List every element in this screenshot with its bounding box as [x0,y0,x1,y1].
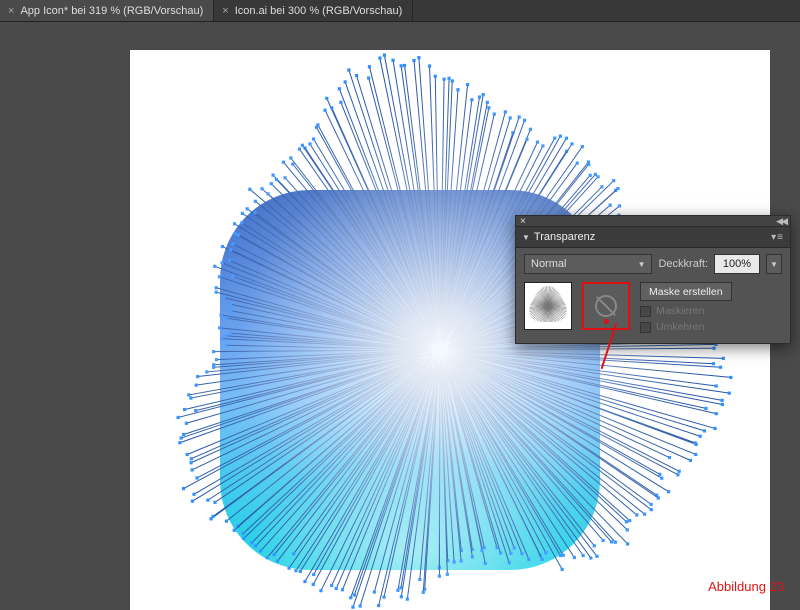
panel-body: Normal ▼ Deckkraft: 100% ▼ Maske [516,248,790,343]
opacity-input[interactable]: 100% [714,254,760,274]
workspace[interactable]: × ◀◀ ▼ Transparenz ▾≡ Normal ▼ Deckkraft… [0,22,800,600]
transparency-panel[interactable]: × ◀◀ ▼ Transparenz ▾≡ Normal ▼ Deckkraft… [515,215,791,344]
document-tabbar: × App Icon* bei 319 % (RGB/Vorschau) × I… [0,0,800,22]
checkbox-icon [640,306,651,317]
panel-grip[interactable]: × ◀◀ [516,216,790,226]
make-mask-button[interactable]: Maske erstellen [640,282,732,301]
clip-checkbox[interactable]: Maskieren [640,305,732,317]
chevron-down-icon: ▼ [638,260,646,269]
invert-checkbox[interactable]: Umkehren [640,321,732,333]
opacity-stepper[interactable]: ▼ [766,254,782,274]
chevron-down-icon[interactable]: ▼ [522,233,530,242]
blend-mode-value: Normal [531,258,566,270]
close-icon[interactable]: × [520,216,526,227]
object-thumbnail[interactable] [524,282,572,330]
opacity-label: Deckkraft: [658,258,708,270]
panel-title: Transparenz [534,231,595,243]
close-icon[interactable]: × [222,5,228,17]
no-mask-icon [595,295,617,317]
blend-mode-select[interactable]: Normal ▼ [524,254,652,274]
tab-label: App Icon* bei 319 % (RGB/Vorschau) [20,5,203,17]
annotation-dot [604,319,609,324]
opacity-value: 100% [723,258,751,270]
panel-menu-icon[interactable]: ▾≡ [771,232,784,243]
close-icon[interactable]: × [8,5,14,17]
tab-label: Icon.ai bei 300 % (RGB/Vorschau) [235,5,403,17]
collapse-icon[interactable]: ◀◀ [776,216,786,227]
document-tab[interactable]: × App Icon* bei 319 % (RGB/Vorschau) [0,0,214,21]
document-tab[interactable]: × Icon.ai bei 300 % (RGB/Vorschau) [214,0,413,21]
figure-caption: Abbildung 23 [708,579,784,594]
checkbox-icon [640,322,651,333]
panel-titlebar[interactable]: ▼ Transparenz ▾≡ [516,226,790,248]
